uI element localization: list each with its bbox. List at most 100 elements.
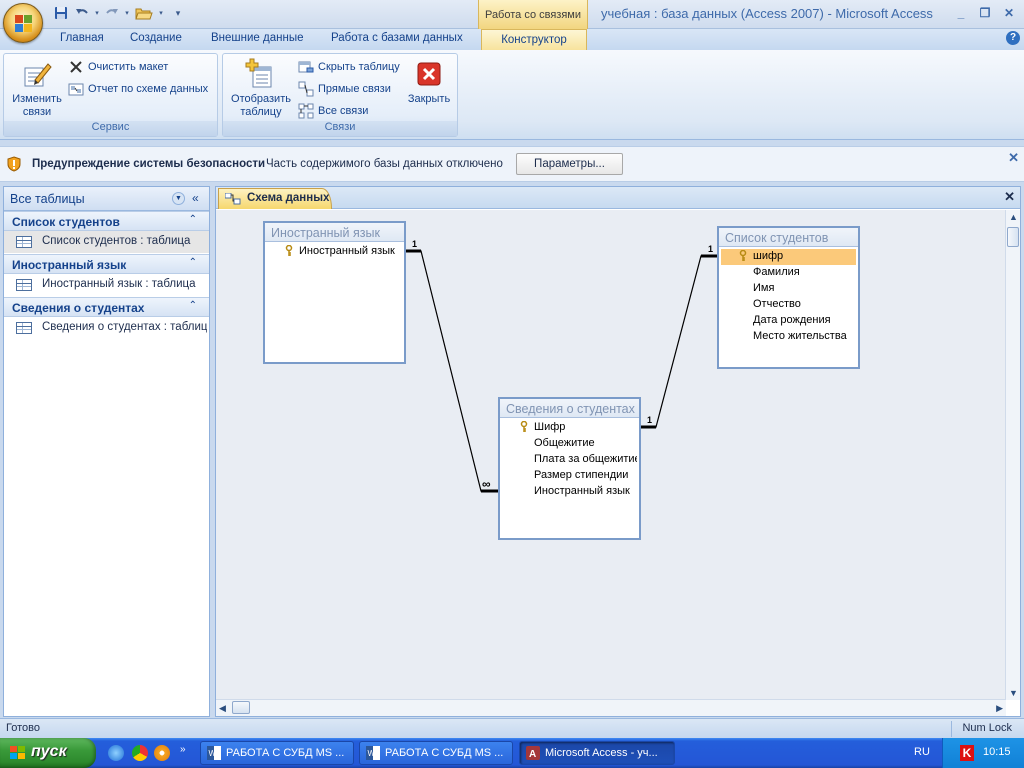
nav-item-label: Список студентов : таблица — [42, 235, 191, 247]
nav-item-foreign-language-table[interactable]: Иностранный язык : таблица — [4, 274, 209, 296]
field-label: Иностранный язык — [299, 245, 395, 257]
collapse-pane-icon[interactable]: « — [192, 191, 199, 205]
table-field[interactable]: Размер стипендии — [502, 468, 637, 484]
scroll-thumb[interactable] — [1007, 227, 1019, 247]
nav-item-label: Иностранный язык : таблица — [42, 278, 196, 290]
scroll-up-icon[interactable]: ▲ — [1009, 212, 1018, 222]
taskbar-item-access[interactable]: A Microsoft Access - уч... — [519, 741, 675, 765]
clear-layout-button[interactable]: Очистить макет — [68, 58, 168, 76]
tab-external-data[interactable]: Внешние данные — [211, 32, 303, 50]
security-warning-title: Предупреждение системы безопасности — [32, 158, 266, 170]
close-icon[interactable]: ✕ — [1004, 189, 1015, 205]
close-icon[interactable]: ✕ — [1008, 150, 1019, 166]
table-header[interactable]: Сведения о студентах — [500, 399, 639, 418]
chrome-icon[interactable] — [132, 745, 148, 761]
relationships-canvas[interactable]: 1 ∞ 1 1 Иностранный язык Иностранный язы… — [216, 210, 1006, 700]
open-icon[interactable] — [133, 4, 155, 22]
table-field[interactable]: Иностранный язык — [267, 244, 402, 260]
hide-table-button[interactable]: Скрыть таблицу — [298, 58, 400, 76]
relations-report-button[interactable]: Отчет по схеме данных — [68, 80, 208, 98]
scroll-right-icon[interactable]: ▶ — [996, 703, 1003, 714]
field-label: Плата за общежитие — [534, 453, 637, 465]
field-label: Иностранный язык — [534, 485, 630, 497]
tab-home[interactable]: Главная — [60, 32, 104, 50]
horizontal-scrollbar[interactable]: ◀ ▶ — [216, 699, 1006, 716]
relation-mark-one: 1 — [647, 415, 653, 425]
help-icon[interactable]: ? — [1006, 31, 1020, 45]
table-header[interactable]: Иностранный язык — [265, 223, 404, 242]
table-field[interactable]: Шифр — [502, 420, 637, 436]
report-icon — [68, 81, 84, 97]
restore-button[interactable]: ❐ — [974, 4, 996, 22]
media-player-icon[interactable] — [154, 745, 170, 761]
nav-group-label: Список студентов — [12, 215, 120, 229]
close-relations-button[interactable]: Закрыть — [403, 58, 455, 106]
hide-table-icon — [298, 59, 314, 75]
all-relations-button[interactable]: Все связи — [298, 102, 368, 120]
chevron-up-icon[interactable]: ⌃ — [189, 257, 197, 268]
scroll-thumb[interactable] — [232, 701, 250, 714]
undo-icon[interactable] — [73, 4, 91, 22]
table-foreign-language[interactable]: Иностранный язык Иностранный язык — [263, 221, 406, 364]
table-field[interactable]: Дата рождения — [721, 313, 856, 329]
status-separator — [951, 721, 952, 737]
chevron-down-icon[interactable]: ▾ — [94, 4, 100, 22]
nav-group-students-list[interactable]: Список студентов ⌃ — [4, 211, 209, 231]
minimize-button[interactable]: _ — [950, 4, 972, 22]
table-field[interactable]: Отчество — [721, 297, 856, 313]
edit-relations-label-1: Изменить — [12, 93, 62, 105]
kaspersky-icon[interactable]: K — [960, 745, 974, 761]
internet-explorer-icon[interactable] — [108, 745, 124, 761]
table-field[interactable]: Фамилия — [721, 265, 856, 281]
chevron-down-icon[interactable]: ▾ — [124, 4, 130, 22]
redo-icon[interactable] — [103, 4, 121, 22]
nav-pane-title[interactable]: Все таблицы — [10, 192, 85, 206]
security-warning-message: Часть содержимого базы данных отключено — [266, 158, 503, 170]
table-icon — [16, 279, 32, 291]
relationships-icon — [224, 192, 241, 205]
show-table-button[interactable]: Отобразить таблицу — [227, 58, 295, 119]
save-icon[interactable] — [52, 4, 70, 22]
table-field[interactable]: Плата за общежитие — [502, 452, 637, 468]
relation-mark-many: ∞ — [482, 477, 491, 491]
table-field[interactable]: Иностранный язык — [502, 484, 637, 500]
chevron-up-icon[interactable]: ⌃ — [189, 300, 197, 311]
tab-data-schema[interactable]: Схема данных — [218, 188, 332, 209]
table-field[interactable]: Имя — [721, 281, 856, 297]
chevron-down-icon[interactable]: ▼ — [172, 192, 185, 205]
office-button[interactable] — [3, 3, 43, 43]
tab-design[interactable]: Конструктор — [481, 29, 587, 51]
taskbar-item-label: Microsoft Access - уч... — [545, 747, 658, 759]
security-options-button[interactable]: Параметры... — [516, 153, 623, 175]
language-indicator[interactable]: RU — [914, 746, 930, 758]
direct-relations-button[interactable]: Прямые связи — [298, 80, 391, 98]
table-students-list[interactable]: Список студентов шифр Фамилия Имя Отчест… — [717, 226, 860, 369]
show-more-icon[interactable]: » — [180, 744, 186, 755]
edit-relations-button[interactable]: Изменить связи — [8, 58, 66, 119]
close-button[interactable]: ✕ — [998, 4, 1020, 22]
relation-line-language — [405, 250, 498, 492]
field-label: шифр — [753, 250, 784, 262]
chevron-down-icon[interactable]: ▾ — [158, 4, 164, 22]
table-field-selected[interactable]: шифр — [721, 249, 856, 265]
nav-item-students-list-table[interactable]: Список студентов : таблица — [4, 231, 209, 253]
tab-create[interactable]: Создание — [130, 32, 182, 50]
start-button[interactable]: пуск — [0, 738, 96, 768]
taskbar-item-word-1[interactable]: W РАБОТА С СУБД MS ... — [200, 741, 354, 765]
nav-group-student-info[interactable]: Сведения о студентах ⌃ — [4, 297, 209, 317]
table-field[interactable]: Общежитие — [502, 436, 637, 452]
clock[interactable]: 10:15 — [983, 746, 1011, 758]
nav-group-foreign-language[interactable]: Иностранный язык ⌃ — [4, 254, 209, 274]
tab-database-tools[interactable]: Работа с базами данных — [331, 32, 463, 50]
chevron-up-icon[interactable]: ⌃ — [189, 214, 197, 225]
key-icon — [285, 244, 293, 257]
vertical-scrollbar[interactable]: ▲ ▼ — [1005, 210, 1020, 700]
table-header[interactable]: Список студентов — [719, 228, 858, 247]
scroll-left-icon[interactable]: ◀ — [219, 703, 226, 714]
scroll-down-icon[interactable]: ▼ — [1009, 688, 1018, 698]
taskbar-item-word-2[interactable]: W РАБОТА С СУБД MS ... — [359, 741, 513, 765]
table-field[interactable]: Место жительства — [721, 329, 856, 345]
nav-item-student-info-table[interactable]: Сведения о студентах : таблица — [4, 317, 209, 339]
table-student-info[interactable]: Сведения о студентах Шифр Общежитие Плат… — [498, 397, 641, 540]
customize-icon[interactable]: ▾ — [173, 4, 183, 22]
